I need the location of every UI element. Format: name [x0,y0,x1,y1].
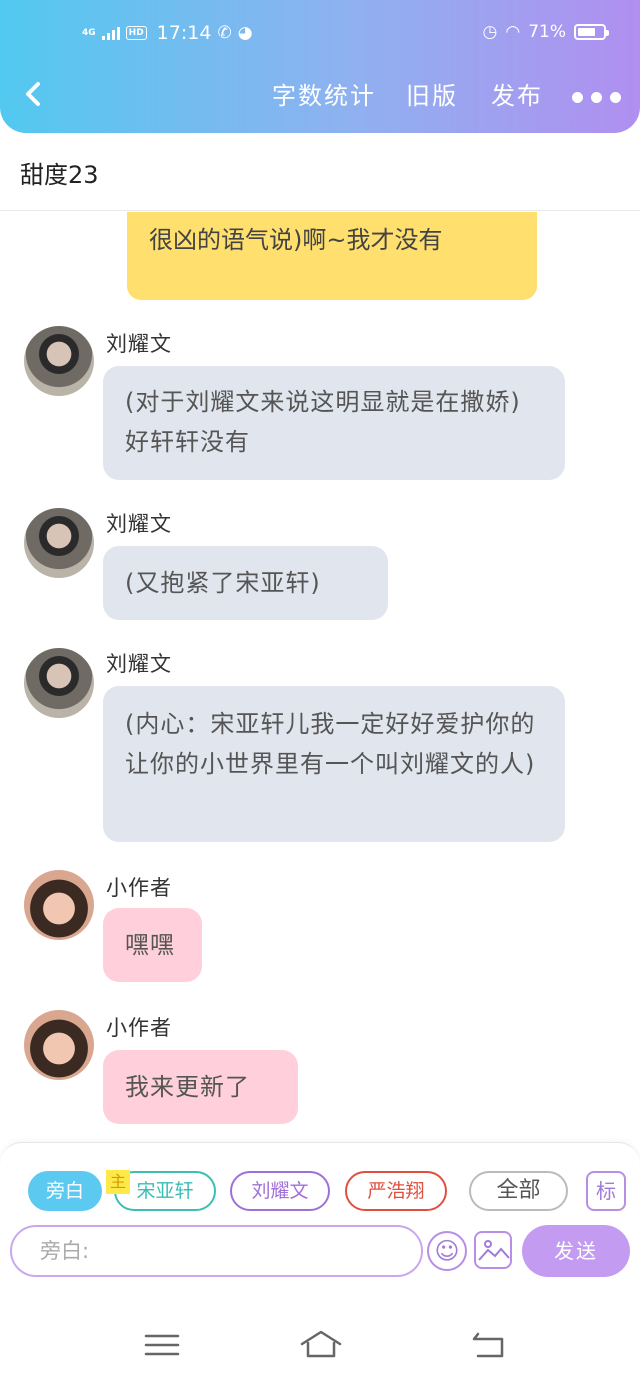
avatar[interactable] [24,508,94,578]
word-count-link[interactable]: 字数统计 [272,76,376,111]
chevron-left-icon [26,82,40,106]
battery-percent: 71% [528,22,566,42]
old-version-link[interactable]: 旧版 [406,76,458,111]
avatar[interactable] [24,1010,94,1080]
message-bubble: 嘿嘿 [103,908,202,982]
status-bar: 4G HD 17:14 ✆ ◕ ◷ ◠ 71% [0,18,640,52]
sender-name: 小作者 [106,1016,172,1040]
hd-badge: HD [125,26,147,40]
wechat-icon: ◕ [237,23,253,43]
battery-icon [574,24,609,40]
role-chip-liu-yaowen[interactable]: 刘耀文 [230,1171,330,1211]
top-header: 4G HD 17:14 ✆ ◕ ◷ ◠ 71% 字数统计 旧版 发布 [0,0,640,133]
avatar[interactable] [24,870,94,940]
system-nav-bar [0,1278,640,1387]
status-time: 17:14 [156,22,212,44]
message-bubble: (又抱紧了宋亚轩) [103,546,388,620]
wifi-icon: ◠ [505,22,521,42]
chat-list[interactable]: 很凶的语气说)啊~我才没有 刘耀文 (对于刘耀文来说这明显就是在撒娇)好轩轩没有… [0,212,640,1142]
role-chip-all[interactable]: 全部 [469,1171,568,1211]
sender-name: 小作者 [106,876,172,900]
image-icon[interactable] [474,1231,512,1269]
avatar[interactable] [24,648,94,718]
story-title: 甜度23 [20,161,99,189]
message-bubble: 我来更新了 [103,1050,298,1124]
narration-bubble: 很凶的语气说)啊~我才没有 [127,212,537,300]
status-left: 4G HD 17:14 ✆ ◕ [82,22,253,44]
signal-icon [101,26,120,40]
image-icon-graphic [478,1240,510,1261]
role-chip-narrator[interactable]: 旁白 [28,1171,102,1211]
more-dots-icon[interactable] [572,92,621,103]
main-role-badge: 主 [106,1170,130,1194]
input-panel: 旁白 宋亚轩 主 刘耀文 严浩翔 全部 标 旁白: ☺ 发送 [0,1142,640,1278]
back-icon[interactable] [468,1328,508,1362]
menu-icon[interactable] [142,1328,182,1362]
message-bubble: (对于刘耀文来说这明显就是在撒娇)好轩轩没有 [103,366,565,480]
sender-name: 刘耀文 [106,652,172,676]
message-input[interactable]: 旁白: [10,1225,423,1277]
smiley-icon[interactable]: ☺ [427,1231,467,1271]
phone-icon: ✆ [217,23,232,43]
back-button[interactable] [20,76,50,112]
sender-name: 刘耀文 [106,332,172,356]
alarm-icon: ◷ [482,22,498,42]
battery-level [578,28,595,36]
story-title-row: 甜度23 [0,133,640,211]
status-right: ◷ ◠ 71% [482,22,609,42]
home-icon[interactable] [299,1328,343,1362]
publish-link[interactable]: 发布 [491,76,543,111]
role-chip-yan-haoxiang[interactable]: 严浩翔 [345,1171,447,1211]
message-bubble: (内心：宋亚轩儿我一定好好爱护你的让你的小世界里有一个叫刘耀文的人) [103,686,565,842]
tag-button[interactable]: 标 [586,1171,626,1211]
send-button[interactable]: 发送 [522,1225,630,1277]
sender-name: 刘耀文 [106,512,172,536]
avatar[interactable] [24,326,94,396]
network-type: 4G [82,28,96,38]
